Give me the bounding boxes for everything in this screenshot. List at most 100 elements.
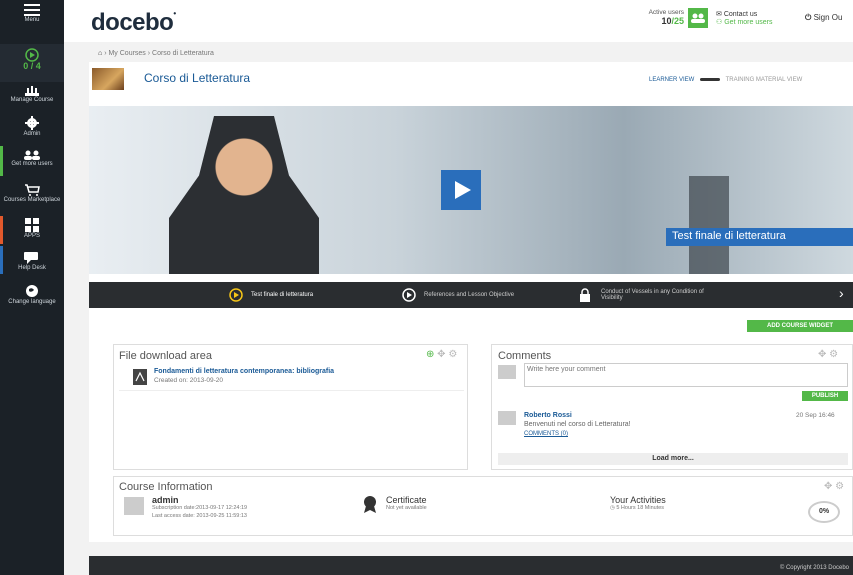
- chevron-right-icon[interactable]: ›: [839, 285, 844, 301]
- marketplace-label: Courses Marketplace: [3, 197, 61, 203]
- grid-icon: [25, 218, 39, 232]
- contact-us-link[interactable]: ✉ Contact us: [716, 10, 772, 18]
- manage-course-button[interactable]: Manage Course: [0, 84, 64, 104]
- main-sidebar: Menu 0 / 4 Manage Course Admin Get more …: [0, 0, 64, 575]
- gear-icon: [25, 116, 39, 130]
- load-more-button[interactable]: Load more...: [498, 453, 848, 465]
- man-figure: [169, 116, 319, 274]
- settings-icon[interactable]: ⚙: [448, 349, 457, 360]
- move-icon[interactable]: ✥: [818, 349, 826, 360]
- users-small-icon: ⚇: [716, 19, 723, 26]
- mail-icon: ✉: [716, 11, 722, 18]
- home-icon[interactable]: ⌂: [98, 50, 102, 57]
- file-row[interactable]: Fondamenti di letteratura contemporanea:…: [119, 367, 464, 391]
- active-users-total: /25: [671, 16, 684, 26]
- add-circle-icon[interactable]: ⊕: [426, 349, 434, 360]
- last-access-date: Last access date: 2013-09-25 11:59:13: [152, 513, 247, 519]
- course-info-widget: Course Information ✥ ⚙ admin Subscriptio…: [113, 476, 853, 536]
- marketplace-button[interactable]: Courses Marketplace: [0, 184, 64, 204]
- lock-icon: [580, 288, 590, 302]
- learner-view-toggle[interactable]: LEARNER VIEW TRAINING MATERIAL VIEW: [649, 77, 802, 83]
- settings-icon[interactable]: ⚙: [829, 349, 838, 360]
- building-icon: [25, 86, 39, 96]
- help-desk-button[interactable]: Help Desk: [0, 252, 64, 272]
- hamburger-icon: [24, 4, 40, 16]
- play-circle-icon: [402, 288, 416, 302]
- avatar: [498, 365, 516, 379]
- comments-widget: Comments ✥ ⚙ PUBLISH Roberto Rossi 20 Se…: [491, 344, 853, 470]
- play-circle-icon: [229, 288, 243, 302]
- widget-controls: ✥ ⚙: [824, 481, 844, 492]
- get-more-users-label: Get more users: [11, 161, 53, 167]
- top-bar: docebo• Active users 10/25 ✉ Contact us …: [64, 0, 853, 42]
- video-caption: Test finale di letteratura: [666, 228, 853, 246]
- power-icon: ⏻: [805, 13, 812, 22]
- progress-count: 0 / 4: [23, 61, 41, 71]
- move-icon[interactable]: ✥: [824, 481, 832, 492]
- footer: © Copyright 2013 Docebo: [89, 556, 853, 575]
- file-download-widget: File download area ⊕ ✥ ⚙ Fondamenti di l…: [113, 344, 468, 470]
- background-figure: [689, 176, 729, 274]
- main-area: docebo• Active users 10/25 ✉ Contact us …: [64, 0, 853, 575]
- play-circle-icon: [25, 48, 39, 62]
- comment-author[interactable]: Roberto Rossi: [524, 412, 572, 419]
- toggle-switch[interactable]: [700, 77, 721, 81]
- docebo-logo[interactable]: docebo•: [91, 9, 176, 37]
- comments-count-link[interactable]: COMMENTS (0): [524, 431, 568, 437]
- sign-out-button[interactable]: ⏻ Sign Ou: [805, 13, 842, 23]
- users-icon: [24, 150, 40, 160]
- widget-controls: ⊕ ✥ ⚙: [426, 349, 457, 360]
- playlist-item-2[interactable]: References and Lesson Objective: [402, 288, 552, 302]
- cart-icon: [25, 184, 40, 196]
- file-widget-title: File download area: [119, 350, 212, 362]
- activities-label: Your Activities: [610, 495, 666, 505]
- add-course-widget-button[interactable]: ADD COURSE WIDGET: [747, 320, 853, 332]
- comments-title: Comments: [498, 350, 552, 362]
- get-more-users-link[interactable]: ⚇ Get more users: [716, 18, 772, 26]
- user-name: admin: [152, 495, 179, 505]
- course-title: Corso di Letteratura: [144, 71, 251, 85]
- contact-links: ✉ Contact us ⚇ Get more users: [716, 10, 772, 26]
- clock-icon: ◷: [610, 505, 615, 511]
- users-badge[interactable]: [688, 8, 708, 28]
- comment-date: 20 Sep 16:46: [796, 412, 835, 419]
- subscription-date: Subscription date:2013-09-17 12:24:19: [152, 505, 248, 511]
- play-button[interactable]: [441, 170, 481, 210]
- publish-button[interactable]: PUBLISH: [802, 391, 848, 401]
- play-icon: [455, 181, 471, 199]
- certificate-label: Certificate: [386, 495, 427, 505]
- admin-button[interactable]: Admin: [0, 116, 64, 138]
- file-date: Created on: 2013-09-20: [154, 377, 224, 384]
- users-icon: [691, 13, 705, 23]
- activities-time: ◷ 5 Hours 18 Minutes: [610, 505, 665, 511]
- manage-course-label: Manage Course: [10, 97, 54, 103]
- apps-button[interactable]: APPS: [0, 218, 64, 240]
- menu-button[interactable]: Menu: [0, 4, 64, 24]
- playlist-item-1[interactable]: Test finale di letteratura: [229, 288, 313, 302]
- course-thumbnail: [92, 68, 124, 90]
- apps-label: APPS: [23, 233, 40, 239]
- active-users-label: Active users: [648, 9, 684, 16]
- chat-icon: [24, 252, 38, 264]
- menu-label: Menu: [24, 17, 40, 23]
- video-player[interactable]: Test finale di letteratura: [89, 106, 853, 274]
- get-more-users-button[interactable]: Get more users: [0, 150, 64, 168]
- avatar: [124, 497, 144, 515]
- lesson-playlist: Test finale di letteratura References an…: [89, 282, 853, 308]
- active-users-current: 10: [661, 16, 672, 26]
- change-language-button[interactable]: Change language: [0, 284, 64, 306]
- pdf-icon: [133, 369, 147, 385]
- file-name[interactable]: Fondamenti di letteratura contemporanea:…: [154, 368, 334, 375]
- move-icon[interactable]: ✥: [437, 349, 445, 360]
- course-progress[interactable]: 0 / 4: [0, 44, 64, 82]
- playlist-item-3[interactable]: Conduct of Vessels in any Condition of V…: [579, 288, 729, 302]
- course-card: Corso di Letteratura LEARNER VIEW TRAINI…: [89, 62, 853, 542]
- change-language-label: Change language: [8, 299, 56, 305]
- course-info-title: Course Information: [119, 481, 213, 493]
- globe-icon: [26, 285, 38, 297]
- settings-icon[interactable]: ⚙: [835, 481, 844, 492]
- breadcrumb-path[interactable]: › My Courses › Corso di Letteratura: [104, 50, 214, 57]
- comment-text: Benvenuti nel corso di Letteratura!: [524, 421, 631, 428]
- comment-input[interactable]: [524, 363, 848, 387]
- avatar: [498, 411, 516, 425]
